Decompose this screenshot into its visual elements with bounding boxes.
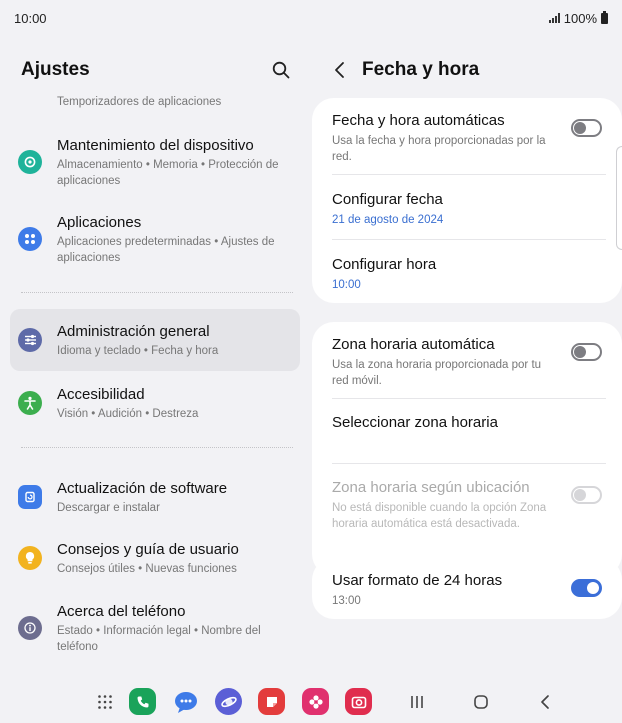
back-arrow-icon[interactable]: [328, 59, 350, 81]
row-separator: [332, 239, 606, 240]
sidebar-item-label: Aplicaciones: [57, 214, 142, 231]
location-timezone-toggle: [571, 486, 602, 504]
auto-datetime-sub: Usa la fecha y hora proporcionadas por l…: [332, 135, 546, 163]
device-care-icon: [18, 150, 42, 174]
search-icon[interactable]: [270, 59, 292, 81]
internet-icon[interactable]: [215, 688, 242, 715]
auto-datetime-toggle[interactable]: [571, 119, 602, 137]
sidebar-item-device-care[interactable]: Mantenimiento del dispositivo Almacenami…: [10, 136, 300, 192]
format-card: Usar formato de 24 horas 13:00: [312, 558, 622, 619]
info-icon: [18, 616, 42, 640]
set-time-row[interactable]: Configurar hora 10:00: [332, 255, 602, 293]
sidebar-item-sub: Descargar e instalar: [57, 502, 160, 514]
sidebar-item-software-update[interactable]: Actualización de software Descargar e in…: [10, 479, 300, 519]
sidebar-item-apps[interactable]: Aplicaciones Aplicaciones predeterminada…: [10, 213, 300, 269]
accessibility-icon: [18, 391, 42, 415]
gallery-icon[interactable]: [302, 688, 329, 715]
sidebar-item-general-management[interactable]: Administración general Idioma y teclado …: [10, 309, 300, 371]
sidebar-item-label: Acerca del teléfono: [57, 603, 186, 620]
sidebar-item-about-phone[interactable]: Acerca del teléfono Estado • Información…: [10, 602, 300, 658]
sidebar-item-sub: Visión • Audición • Destreza: [57, 408, 199, 420]
date-time-card: Fecha y hora automáticas Usa la fecha y …: [312, 98, 622, 303]
bottom-navigation: [0, 680, 622, 723]
home-icon[interactable]: [469, 690, 493, 714]
settings-header: Ajustes: [21, 58, 296, 82]
location-timezone-row: Zona horaria según ubicación No está dis…: [332, 478, 602, 532]
software-update-icon: [18, 485, 42, 509]
sidebar-item-sub: Estado • Información legal • Nombre del …: [57, 625, 261, 653]
sidebar-item-label: Actualización de software: [57, 480, 228, 497]
row-separator: [332, 174, 606, 175]
notes-icon[interactable]: [258, 688, 285, 715]
sidebar-item-sub: Almacenamiento • Memoria • Protección de…: [57, 159, 279, 187]
format-24h-label: Usar formato de 24 horas: [332, 572, 503, 589]
divider: [21, 292, 293, 293]
set-time-value: 10:00: [332, 279, 361, 291]
status-time: 10:00: [14, 10, 47, 26]
format-24h-row[interactable]: Usar formato de 24 horas 13:00: [332, 571, 602, 609]
row-separator: [332, 463, 606, 464]
phone-icon[interactable]: [129, 688, 156, 715]
status-bar: 10:00 100%: [0, 0, 622, 36]
auto-datetime-label: Fecha y hora automáticas: [332, 112, 505, 129]
auto-timezone-label: Zona horaria automática: [332, 336, 495, 353]
sidebar-item-label: Mantenimiento del dispositivo: [57, 137, 254, 154]
set-date-row[interactable]: Configurar fecha 21 de agosto de 2024: [332, 190, 602, 228]
sidebar-item-accessibility[interactable]: Accesibilidad Visión • Audición • Destre…: [10, 385, 300, 425]
detail-header: Fecha y hora: [328, 58, 479, 82]
timezone-card: Zona horaria automática Usa la zona hora…: [312, 322, 622, 576]
date-time-panel: Fecha y hora Fecha y hora automáticas Us…: [312, 36, 622, 676]
signal-icon: [548, 13, 560, 23]
sidebar-item-label: Administración general: [57, 323, 210, 340]
auto-timezone-toggle[interactable]: [571, 343, 602, 361]
back-icon[interactable]: [533, 690, 557, 714]
sidebar-item-label: Accesibilidad: [57, 386, 145, 403]
select-timezone-row[interactable]: Seleccionar zona horaria: [332, 413, 602, 433]
auto-datetime-row[interactable]: Fecha y hora automáticas Usa la fecha y …: [332, 111, 602, 165]
apps-icon: [18, 227, 42, 251]
set-time-label: Configurar hora: [332, 256, 437, 273]
partial-item-sub: Temporizadores de aplicaciones: [57, 96, 222, 108]
set-date-label: Configurar fecha: [332, 191, 443, 208]
select-timezone-label: Seleccionar zona horaria: [332, 414, 498, 431]
lightbulb-icon: [18, 546, 42, 570]
location-timezone-label: Zona horaria según ubicación: [332, 479, 530, 496]
recent-apps-icon[interactable]: [405, 690, 429, 714]
battery-icon: [601, 10, 608, 24]
apps-grid-icon[interactable]: [93, 690, 117, 714]
format-24h-toggle[interactable]: [571, 579, 602, 597]
divider: [21, 447, 293, 448]
detail-title: Fecha y hora: [362, 59, 480, 80]
scroll-handle[interactable]: [616, 146, 622, 250]
messages-icon[interactable]: [172, 688, 199, 715]
auto-timezone-sub: Usa la zona horaria proporcionada por tu…: [332, 359, 542, 387]
battery-percentage: 100%: [563, 10, 597, 26]
sidebar-item-sub: Idioma y teclado • Fecha y hora: [57, 345, 219, 357]
row-separator: [332, 398, 606, 399]
page-title: Ajustes: [21, 59, 90, 80]
sidebar-item-sub: Aplicaciones predeterminadas • Ajustes d…: [57, 236, 275, 264]
location-timezone-sub: No está disponible cuando la opción Zona…: [332, 502, 547, 530]
format-24h-sub: 13:00: [332, 595, 361, 607]
sidebar-item-sub: Consejos útiles • Nuevas funciones: [57, 563, 237, 575]
status-icons: 100%: [548, 10, 608, 26]
camera-icon[interactable]: [345, 688, 372, 715]
sidebar-item-label: Consejos y guía de usuario: [57, 541, 239, 558]
settings-list-panel: Ajustes Temporizadores de aplicaciones M…: [0, 36, 310, 676]
sidebar-item-tips[interactable]: Consejos y guía de usuario Consejos útil…: [10, 540, 300, 580]
auto-timezone-row[interactable]: Zona horaria automática Usa la zona hora…: [332, 335, 602, 389]
set-date-value: 21 de agosto de 2024: [332, 214, 444, 226]
sliders-icon: [18, 328, 42, 352]
